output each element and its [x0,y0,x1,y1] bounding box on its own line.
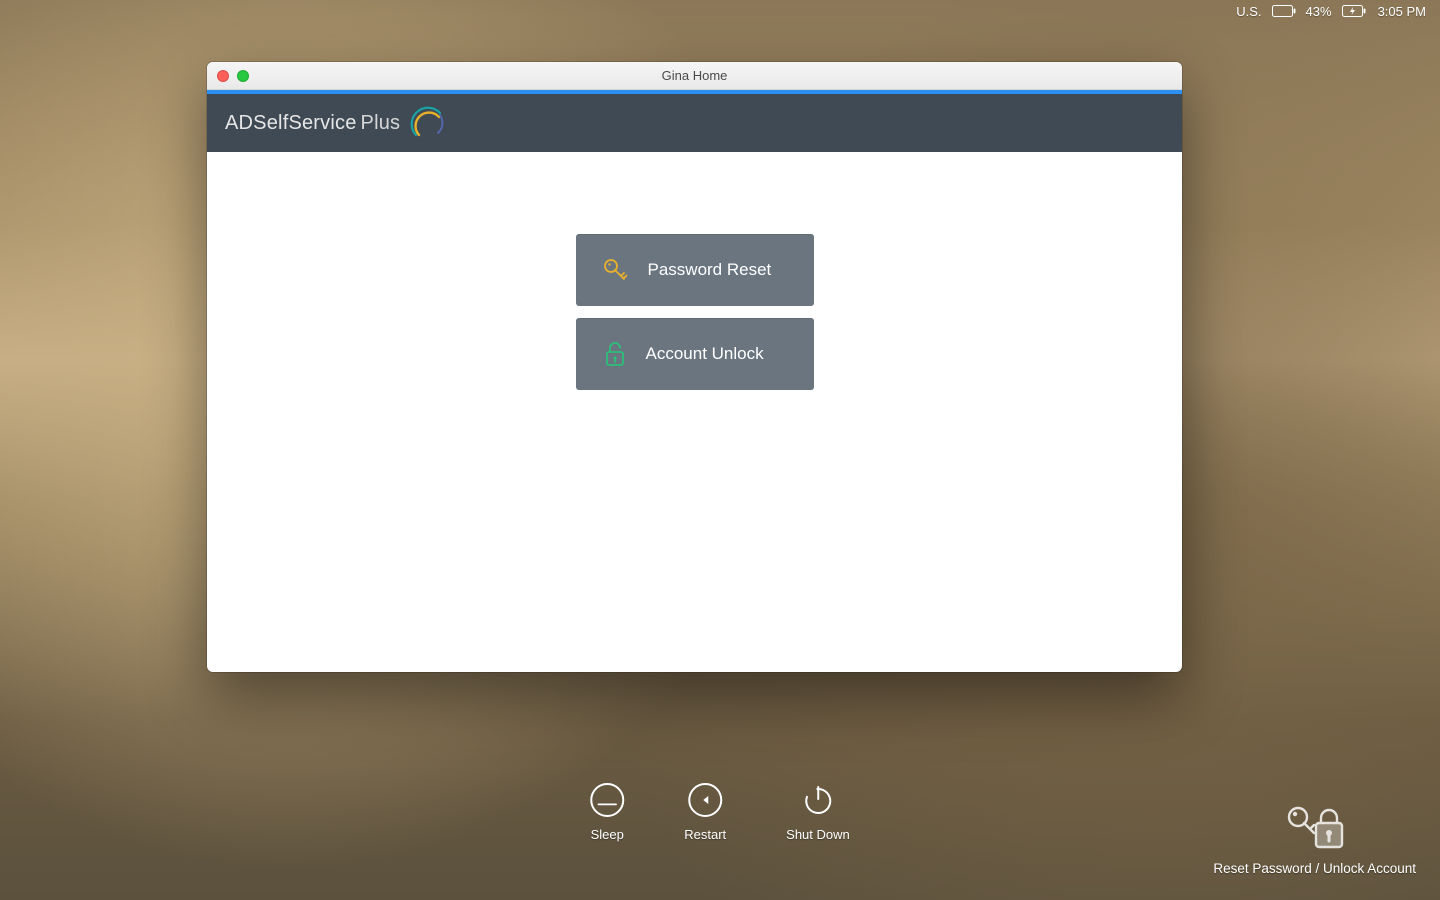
window-titlebar[interactable]: Gina Home [207,62,1182,90]
restart-icon [688,783,722,817]
shutdown-button[interactable]: Shut Down [786,783,850,842]
power-options-row: Sleep Restart Shut Down [590,783,850,842]
app-logo-name: ADSelfService [225,112,357,134]
window-zoom-button[interactable] [237,70,249,82]
window-content: Password Reset Account Unlock [207,152,1182,672]
password-reset-button[interactable]: Password Reset [576,234,814,306]
clock[interactable]: 3:05 PM [1378,4,1426,19]
reset-password-unlock-label: Reset Password / Unlock Account [1213,861,1416,876]
power-icon [801,783,835,817]
app-logo-arc-icon [410,105,446,141]
battery-icon[interactable] [1272,5,1296,17]
app-logo-text: ADSelfServicePlus [225,112,400,135]
app-header: ADSelfServicePlus [207,94,1182,152]
gina-window: Gina Home ADSelfServicePlus Password Res… [207,62,1182,672]
unlock-icon [600,339,630,369]
window-close-button[interactable] [217,70,229,82]
key-lock-icon [1284,803,1346,851]
key-icon [600,254,632,286]
shutdown-label: Shut Down [786,827,850,842]
system-menubar: U.S. 43% 3:05 PM [1226,0,1440,22]
sleep-label: Sleep [591,827,624,842]
battery-percent: 43% [1306,4,1332,19]
app-logo-suffix: Plus [361,112,401,134]
restart-label: Restart [684,827,726,842]
reset-password-unlock-link[interactable]: Reset Password / Unlock Account [1213,803,1416,876]
account-unlock-label: Account Unlock [646,344,764,364]
window-traffic-lights [217,70,249,82]
password-reset-label: Password Reset [648,260,772,280]
window-title: Gina Home [662,68,728,83]
sleep-button[interactable]: Sleep [590,783,624,842]
sleep-icon [590,783,624,817]
account-unlock-button[interactable]: Account Unlock [576,318,814,390]
input-source-indicator[interactable]: U.S. [1236,4,1261,19]
charging-icon [1342,5,1368,17]
restart-button[interactable]: Restart [684,783,726,842]
